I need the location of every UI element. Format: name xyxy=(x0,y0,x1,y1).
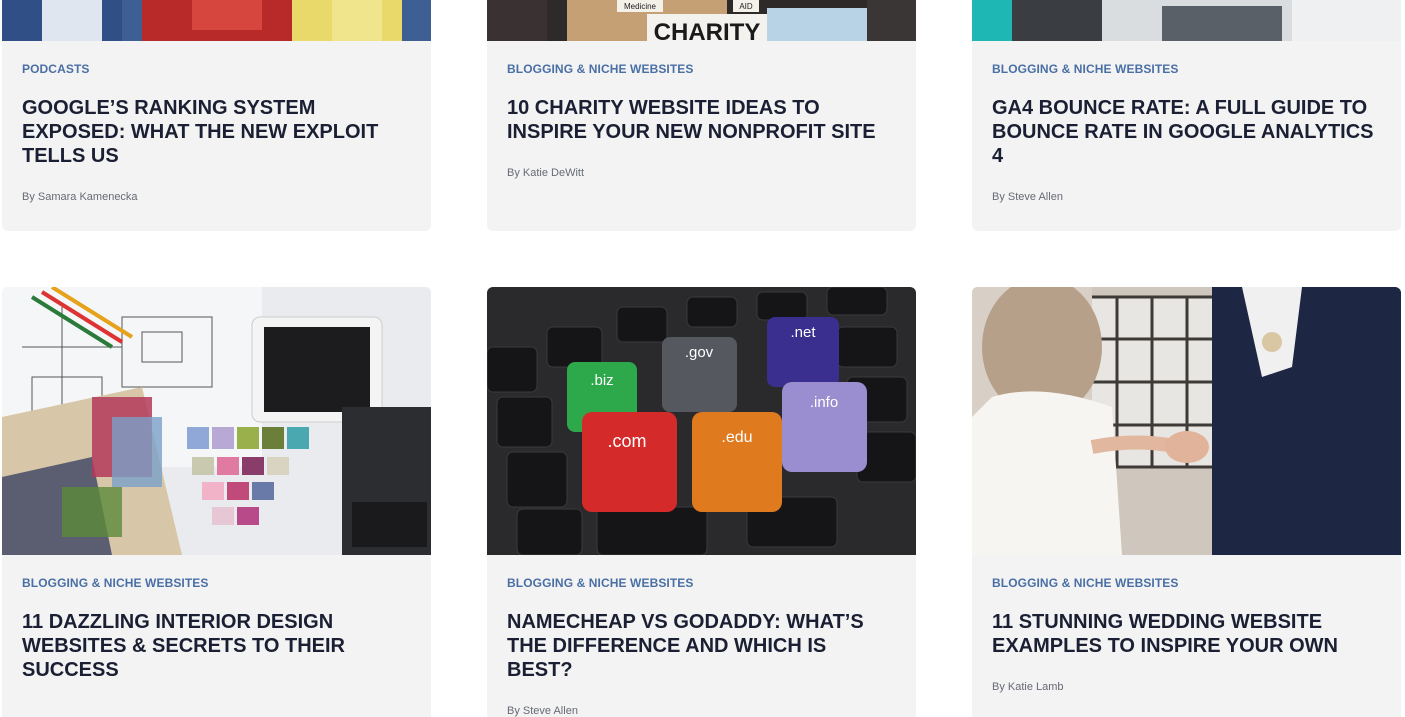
net-die-label: .net xyxy=(790,324,816,341)
post-title-link[interactable]: 10 CHARITY WEBSITE IDEAS TO INSPIRE YOUR… xyxy=(507,96,896,144)
post-card[interactable]: BLOGGING & NICHE WEBSITES 11 STUNNING WE… xyxy=(972,287,1401,717)
com-die-label: .com xyxy=(607,431,646,451)
post-category-link[interactable]: BLOGGING & NICHE WEBSITES xyxy=(507,576,896,590)
post-category-link[interactable]: BLOGGING & NICHE WEBSITES xyxy=(22,576,411,590)
post-category-link[interactable]: BLOGGING & NICHE WEBSITES xyxy=(507,62,896,76)
podcast-hosts-photo[interactable] xyxy=(2,0,431,41)
post-card[interactable]: BLOGGING & NICHE WEBSITES 11 DAZZLING IN… xyxy=(2,287,431,717)
biz-die-label: .biz xyxy=(590,372,613,389)
post-category-link[interactable]: BLOGGING & NICHE WEBSITES xyxy=(992,62,1381,76)
post-card[interactable]: Medicine AID CHARITY BLOGGING & NICHE WE… xyxy=(487,0,916,231)
charity-sign-text: CHARITY xyxy=(654,19,761,41)
post-card[interactable]: PODCASTS GOOGLE’S RANKING SYSTEM EXPOSED… xyxy=(2,0,431,231)
post-title-link[interactable]: 11 DAZZLING INTERIOR DESIGN WEBSITES & S… xyxy=(22,610,411,682)
post-category-link[interactable]: PODCASTS xyxy=(22,62,411,76)
domain-dice-keyboard-photo[interactable]: .biz .gov .net .com .edu .info xyxy=(487,287,916,555)
post-card[interactable]: .biz .gov .net .com .edu .info BLOGGING … xyxy=(487,287,916,717)
interior-design-swatches-photo[interactable] xyxy=(2,287,431,555)
post-category-link[interactable]: BLOGGING & NICHE WEBSITES xyxy=(992,576,1381,590)
edu-die-label: .edu xyxy=(721,429,752,446)
post-card[interactable]: BLOGGING & NICHE WEBSITES GA4 BOUNCE RAT… xyxy=(972,0,1401,231)
post-author: By Samara Kamenecka xyxy=(22,191,138,203)
post-title-link[interactable]: 11 STUNNING WEDDING WEBSITE EXAMPLES TO … xyxy=(992,610,1381,658)
aid-box-label: AID xyxy=(739,2,753,11)
post-title-link[interactable]: NAMECHEAP VS GODADDY: WHAT’S THE DIFFERE… xyxy=(507,610,896,682)
post-title-link[interactable]: GA4 BOUNCE RATE: A FULL GUIDE TO BOUNCE … xyxy=(992,96,1381,168)
medicine-box-label: Medicine xyxy=(624,2,657,11)
gov-die-label: .gov xyxy=(685,344,714,361)
post-author: By Katie Lamb xyxy=(992,681,1064,693)
charity-boxes-photo[interactable]: Medicine AID CHARITY xyxy=(487,0,916,41)
desk-monitor-photo[interactable] xyxy=(972,0,1401,41)
post-author: By Steve Allen xyxy=(992,191,1063,203)
post-author: By Katie DeWitt xyxy=(507,167,585,179)
post-author: By Steve Allen xyxy=(507,705,578,717)
wedding-couple-photo[interactable] xyxy=(972,287,1401,555)
post-title-link[interactable]: GOOGLE’S RANKING SYSTEM EXPOSED: WHAT TH… xyxy=(22,96,411,168)
info-die-label: .info xyxy=(810,394,838,411)
